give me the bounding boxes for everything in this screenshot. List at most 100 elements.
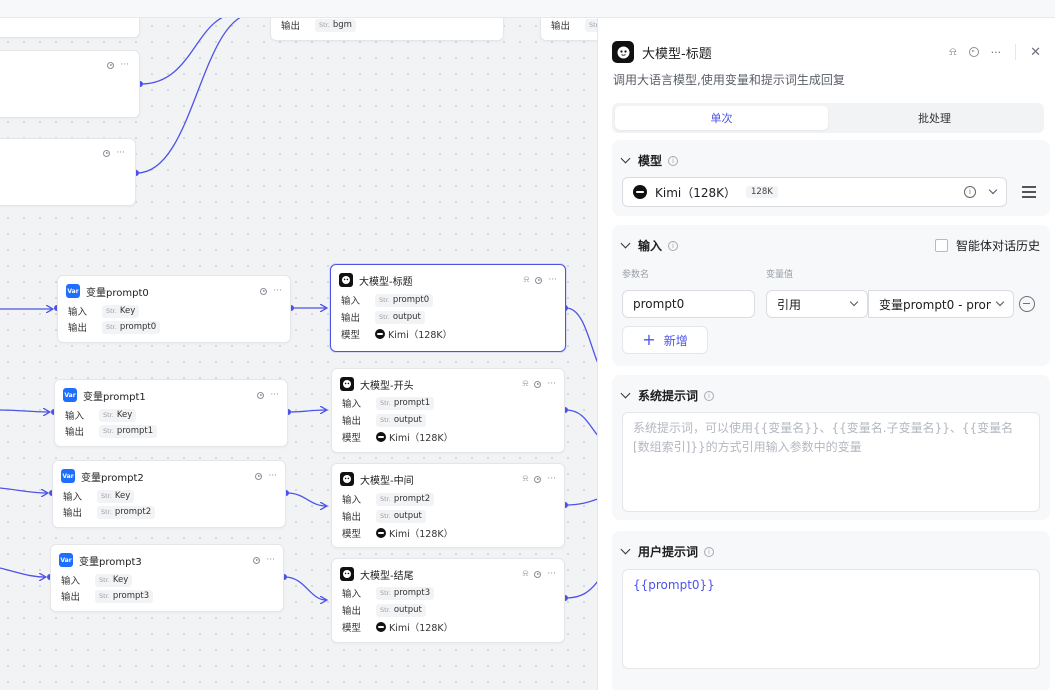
more-icon[interactable]: ··· — [547, 569, 556, 579]
system-prompt-input[interactable]: 系统提示词，可以使用{{变量名}}、{{变量名.子变量名}}、{{变量名[数组索… — [622, 412, 1040, 512]
bell-off-icon[interactable]: ⍾ — [522, 569, 528, 579]
output-label: 输出 — [551, 21, 571, 32]
info-icon[interactable]: i — [704, 390, 715, 401]
output-label: 输出 — [342, 416, 362, 427]
output-tag: Str. prompt3 — [95, 589, 154, 603]
llm-node-ending[interactable]: 大模型-结尾 ⍾ ··· 输入 Str. prompt3 输出 Str. output 模… — [331, 558, 565, 643]
var-node-prompt0[interactable]: Var 变量prompt0 ··· 输入 Str. Key 输出 Str. prompt0 — [57, 275, 291, 343]
node-title: 变量prompt1 — [83, 391, 146, 403]
run-icon[interactable] — [535, 276, 543, 284]
run-icon[interactable] — [260, 287, 268, 295]
model-name: Kimi（128K） — [389, 433, 454, 444]
input-tag: Str. prompt3 — [376, 586, 435, 600]
chat-history-checkbox[interactable] — [934, 239, 948, 252]
value-type-select[interactable]: 引用 — [766, 290, 868, 318]
panel-tools: ⍾ ··· ✕ — [949, 44, 1041, 60]
run-icon[interactable] — [534, 570, 542, 578]
llm-node-title[interactable]: 大模型-标题 ⍾ ··· 输入 Str. prompt0 输出 Str. output 模… — [330, 264, 566, 352]
llm-node-middle[interactable]: 大模型-中间 ⍾ ··· 输入 Str. prompt2 输出 Str. output 模… — [331, 463, 565, 548]
chat-history-toggle[interactable]: 智能体对话历史 — [934, 237, 1040, 254]
system-prompt-section: 系统提示词 i 系统提示词，可以使用{{变量名}}、{{变量名.子变量名}}、{{… — [612, 375, 1050, 520]
model-label: 模型 — [342, 623, 362, 634]
info-icon[interactable]: i — [668, 155, 679, 166]
more-icon[interactable]: ··· — [547, 379, 556, 389]
divider — [1015, 44, 1017, 60]
tab-single[interactable]: 单次 — [615, 106, 828, 130]
bell-off-icon[interactable]: ⍾ — [523, 275, 529, 285]
output-label: 输出 — [342, 512, 362, 523]
more-icon[interactable]: ··· — [548, 275, 557, 285]
close-icon[interactable]: ✕ — [1030, 45, 1041, 60]
info-icon[interactable]: i — [704, 546, 715, 557]
model-select[interactable]: Kimi（128K） 128K i — [622, 177, 1007, 207]
top-fragment-node[interactable]: 输出 Str.content — [540, 18, 597, 41]
run-icon[interactable] — [534, 380, 542, 388]
add-param-button[interactable]: + 新增 — [622, 326, 708, 354]
run-icon[interactable] — [257, 391, 265, 399]
top-fragment-node[interactable]: 输出 Str. bgm — [270, 18, 504, 41]
more-icon[interactable]: ··· — [547, 474, 556, 484]
input-label: 输入 — [61, 576, 81, 587]
model-section-header[interactable]: 模型 i — [620, 152, 679, 169]
partial-node-b[interactable]: ··· — [0, 138, 136, 206]
system-prompt-header[interactable]: 系统提示词 i — [620, 387, 715, 404]
user-prompt-input[interactable]: {{prompt0}} — [622, 569, 1040, 669]
output-tag: Str. output — [376, 413, 426, 427]
more-icon[interactable]: ··· — [991, 46, 1002, 59]
info-icon[interactable]: i — [668, 240, 679, 251]
run-icon[interactable] — [534, 475, 542, 483]
workflow-canvas[interactable]: ··· ··· 输出 Str.bgm 输出 Str.content Var 变量p… — [0, 18, 597, 690]
chat-history-label: 智能体对话历史 — [955, 239, 1040, 253]
var-node-prompt2[interactable]: Var 变量prompt2 ··· 输入 Str. Key 输出 Str. prompt2 — [52, 460, 286, 528]
var-node-prompt3[interactable]: Var 变量prompt3 ··· 输入 Str. Key 输出 Str. prompt3 — [50, 544, 284, 612]
partial-node-a[interactable]: ··· — [0, 50, 140, 118]
output-tag: Str. prompt2 — [97, 505, 156, 519]
more-icon[interactable]: ··· — [266, 555, 275, 565]
add-label: 新增 — [663, 333, 688, 348]
more-icon[interactable]: ··· — [268, 471, 277, 481]
node-title: 变量prompt2 — [81, 472, 144, 484]
edge — [284, 576, 326, 600]
edge — [286, 492, 326, 506]
run-icon[interactable] — [255, 472, 263, 480]
llm-icon — [340, 472, 354, 486]
more-icon[interactable]: ··· — [120, 60, 129, 70]
var-icon: Var — [63, 388, 77, 402]
run-icon[interactable] — [968, 47, 979, 57]
kimi-icon — [376, 432, 386, 442]
section-title: 输入 — [638, 239, 663, 253]
input-section-header[interactable]: 输入 i — [620, 237, 679, 254]
input-tag: Str. prompt1 — [376, 396, 435, 410]
user-prompt-header[interactable]: 用户提示词 i — [620, 543, 715, 560]
input-tag: Str. Key — [95, 573, 133, 587]
bell-off-icon[interactable]: ⍾ — [949, 45, 956, 59]
remove-param-icon[interactable] — [1019, 296, 1035, 312]
param-name-input[interactable]: prompt0 — [622, 290, 755, 318]
llm-node-intro[interactable]: 大模型-开头 ⍾ ··· 输入 Str. prompt1 输出 Str. output 模… — [331, 368, 565, 453]
chevron-down-icon — [995, 297, 1005, 307]
edge — [565, 581, 597, 599]
node-actions: ··· — [103, 148, 125, 158]
bell-off-icon[interactable]: ⍾ — [522, 474, 528, 484]
more-icon[interactable]: ··· — [116, 148, 125, 158]
plus-icon: + — [642, 330, 656, 349]
partial-node-top[interactable] — [0, 18, 140, 38]
run-icon[interactable] — [107, 61, 115, 69]
var-node-prompt1[interactable]: Var 变量prompt1 ··· 输入 Str. Key 输出 Str. prompt1 — [54, 379, 288, 447]
run-icon[interactable] — [253, 556, 261, 564]
tab-batch[interactable]: 批处理 — [828, 106, 1041, 130]
panel-description[interactable]: 调用大语言模型,使用变量和提示词生成回复 — [613, 71, 845, 88]
model-settings-icon[interactable] — [1022, 186, 1036, 198]
run-icon[interactable] — [103, 149, 111, 157]
bell-off-icon[interactable]: ⍾ — [522, 379, 528, 389]
more-icon[interactable]: ··· — [270, 390, 279, 400]
panel-title[interactable]: 大模型-标题 — [642, 43, 949, 62]
more-icon[interactable]: ··· — [273, 286, 282, 296]
edge — [0, 410, 49, 412]
output-tag: Str. prompt0 — [102, 320, 161, 334]
user-prompt-section: 用户提示词 i {{prompt0}} — [612, 531, 1050, 690]
value-ref-select[interactable]: 变量prompt0 - prompt0 — [868, 290, 1014, 318]
edge — [565, 307, 597, 363]
mode-tabs: 单次 批处理 — [612, 103, 1044, 133]
info-icon[interactable]: i — [964, 186, 976, 198]
